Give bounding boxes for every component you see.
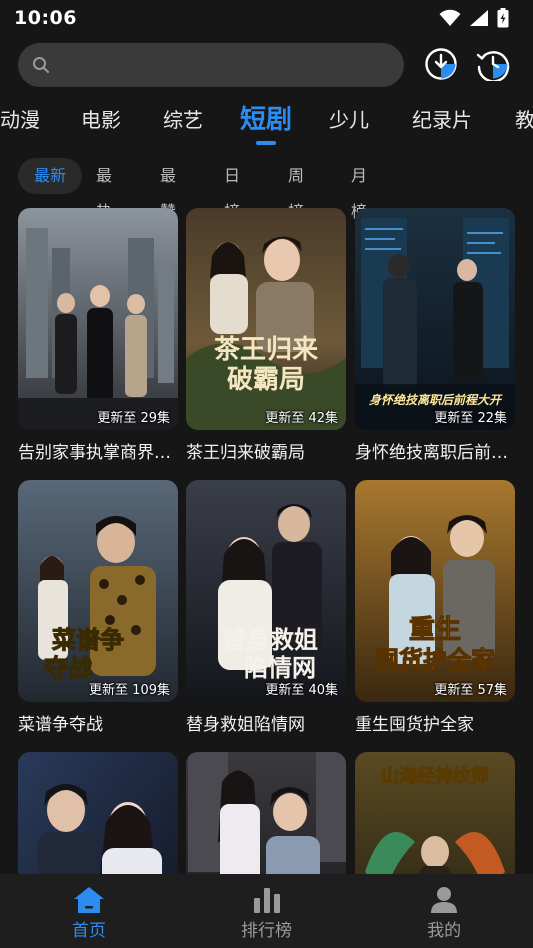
signal-icon bbox=[470, 10, 488, 26]
bottom-navigation: 首页 排行榜 我的 bbox=[0, 874, 533, 948]
poster-title-art: 替身救姐 bbox=[222, 625, 318, 654]
tab-education[interactable]: 教 bbox=[515, 104, 533, 133]
sort-monthly[interactable]: 月榜 bbox=[351, 158, 367, 221]
episode-badge: 更新至 29集 bbox=[97, 411, 170, 426]
history-button[interactable] bbox=[476, 47, 510, 81]
svg-text:破霸局: 破霸局 bbox=[227, 365, 305, 395]
poster-title-art: 菜谱争 bbox=[51, 625, 124, 654]
drama-card[interactable]: 菜谱争 夺战 更新至 109集 菜谱争夺战 bbox=[18, 480, 178, 735]
episode-badge: 更新至 22集 bbox=[434, 411, 507, 426]
svg-text:囤货护全家: 囤货护全家 bbox=[375, 645, 495, 674]
poster-title-art: 重生 bbox=[409, 615, 461, 645]
poster-title-art: 山海经神纹师 bbox=[381, 765, 489, 787]
drama-title: 告别家事执掌商界… bbox=[18, 443, 171, 463]
download-button[interactable] bbox=[424, 47, 458, 81]
wifi-icon bbox=[439, 9, 461, 26]
tab-kids[interactable]: 少儿 bbox=[329, 104, 369, 133]
nav-home[interactable]: 首页 bbox=[0, 874, 178, 948]
tab-anime[interactable]: 动漫 bbox=[0, 104, 40, 133]
poster-image: 更新至 29集 bbox=[18, 208, 178, 430]
drama-card[interactable]: 茶王归来 破霸局 更新至 42集 茶王归来破霸局 bbox=[186, 208, 346, 463]
nav-ranking-label: 排行榜 bbox=[241, 920, 292, 941]
drama-card[interactable]: 更新至 29集 告别家事执掌商界… bbox=[18, 208, 178, 463]
drama-title: 菜谱争夺战 bbox=[18, 715, 103, 735]
poster-image: 替身救姐 陷情网 更新至 40集 bbox=[186, 480, 346, 702]
active-tab-indicator bbox=[256, 141, 276, 145]
drama-title: 替身救姐陷情网 bbox=[186, 715, 305, 735]
search-bar[interactable] bbox=[18, 43, 404, 87]
status-bar: 10:06 bbox=[0, 0, 533, 36]
drama-title: 茶王归来破霸局 bbox=[186, 443, 305, 463]
search-icon bbox=[33, 57, 49, 73]
nav-profile[interactable]: 我的 bbox=[355, 874, 533, 948]
category-tabs: 动漫 电影 综艺 短剧 少儿 纪录片 教 bbox=[0, 96, 533, 150]
drama-title: 重生囤货护全家 bbox=[355, 715, 474, 735]
sort-most-liked[interactable]: 最赞 bbox=[160, 158, 176, 221]
history-icon bbox=[476, 51, 510, 81]
poster-title-art: 茶王归来 bbox=[214, 335, 319, 365]
tab-short-drama[interactable]: 短剧 bbox=[240, 99, 292, 136]
sort-daily[interactable]: 日榜 bbox=[224, 158, 240, 221]
sort-hottest[interactable]: 最热 bbox=[96, 158, 112, 221]
download-icon bbox=[425, 48, 457, 80]
poster-image: 身怀绝技离职后前程大开 更新至 22集 bbox=[355, 208, 515, 430]
sort-latest[interactable]: 最新 bbox=[18, 158, 82, 194]
profile-icon bbox=[431, 886, 458, 913]
poster-image: 重生 囤货护全家 更新至 57集 bbox=[355, 480, 515, 702]
nav-ranking[interactable]: 排行榜 bbox=[178, 874, 356, 948]
ranking-icon bbox=[253, 887, 280, 913]
status-time: 10:06 bbox=[14, 7, 77, 29]
home-icon bbox=[73, 886, 104, 913]
episode-badge: 更新至 57集 bbox=[434, 683, 507, 698]
poster-image: 菜谱争 夺战 更新至 109集 bbox=[18, 480, 178, 702]
nav-profile-label: 我的 bbox=[427, 920, 462, 941]
drama-title: 身怀绝技离职后前… bbox=[355, 443, 508, 463]
drama-card[interactable]: 重生 囤货护全家 更新至 57集 重生囤货护全家 bbox=[355, 480, 515, 735]
sort-weekly[interactable]: 周榜 bbox=[288, 158, 304, 221]
drama-card[interactable]: 身怀绝技离职后前程大开 更新至 22集 身怀绝技离职后前… bbox=[355, 208, 515, 463]
episode-badge: 更新至 42集 bbox=[265, 411, 338, 426]
svg-text:陷情网: 陷情网 bbox=[244, 653, 316, 682]
search-row bbox=[18, 42, 515, 88]
drama-card[interactable]: 替身救姐 陷情网 更新至 40集 替身救姐陷情网 bbox=[186, 480, 346, 735]
nav-home-label: 首页 bbox=[71, 920, 106, 941]
episode-badge: 更新至 40集 bbox=[265, 683, 338, 698]
search-input[interactable] bbox=[50, 43, 404, 87]
episode-badge: 更新至 109集 bbox=[89, 683, 170, 698]
tab-variety[interactable]: 综艺 bbox=[163, 104, 203, 133]
battery-icon bbox=[497, 8, 509, 28]
poster-title-art: 身怀绝技离职后前程大开 bbox=[369, 393, 503, 407]
svg-text:夺战: 夺战 bbox=[44, 653, 92, 682]
tab-documentary[interactable]: 纪录片 bbox=[412, 104, 472, 133]
tab-movie[interactable]: 电影 bbox=[81, 104, 121, 133]
poster-image: 茶王归来 破霸局 更新至 42集 bbox=[186, 208, 346, 430]
